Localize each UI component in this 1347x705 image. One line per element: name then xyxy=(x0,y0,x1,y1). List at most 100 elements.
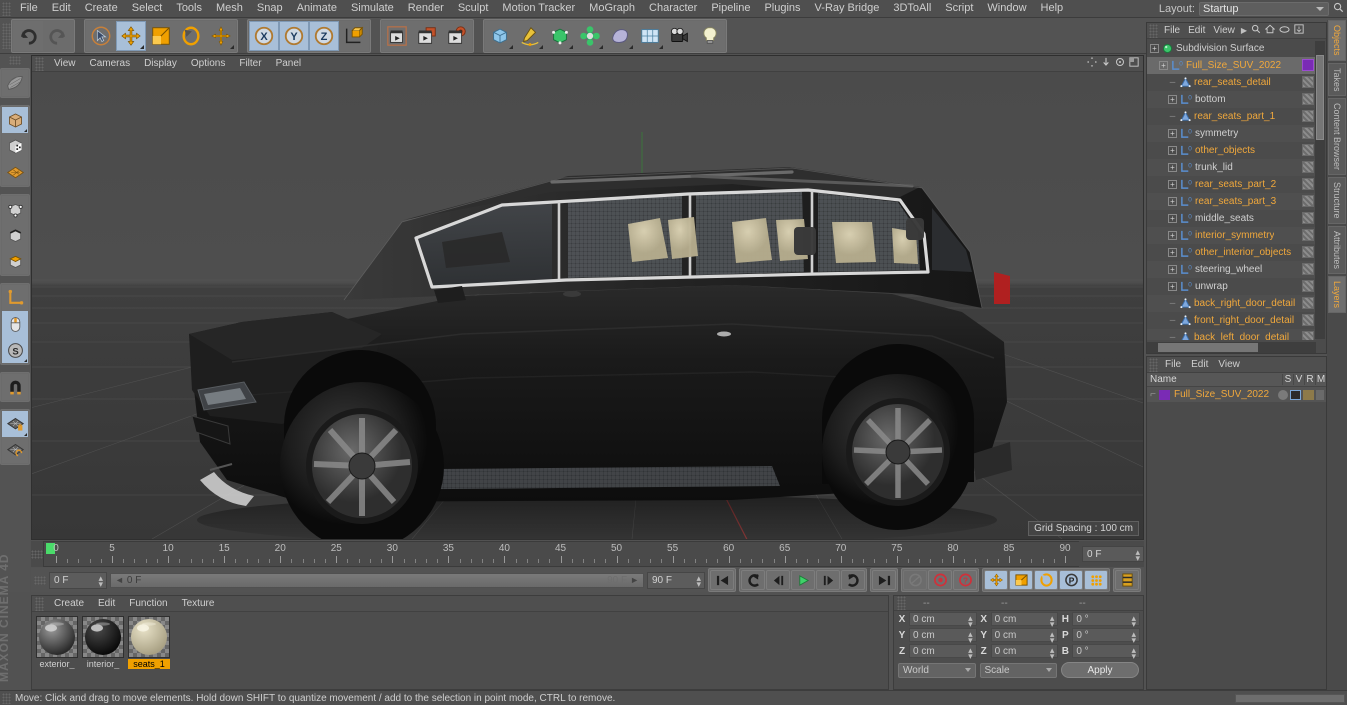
object-tree-row[interactable]: +0 symmetry xyxy=(1147,125,1316,142)
toolbar-gripper[interactable] xyxy=(2,22,11,49)
point-level-animation-button[interactable] xyxy=(1084,570,1108,590)
rotation-h-input[interactable]: 0 ° ▴ ▾ xyxy=(1072,612,1141,629)
object-tree-row[interactable]: +0 rear_seats_part_3 xyxy=(1147,193,1316,210)
spinner-icon[interactable]: ▴ ▾ xyxy=(1050,630,1055,645)
spinner-icon[interactable]: ▴ ▾ xyxy=(1131,614,1136,629)
add-camera-button[interactable] xyxy=(665,20,695,51)
object-tree-row[interactable]: +0 trunk_lid xyxy=(1147,159,1316,176)
spinner-icon[interactable]: ▴ ▾ xyxy=(968,630,973,645)
spinner-icon[interactable]: ▴ ▾ xyxy=(696,573,701,588)
material-preview[interactable] xyxy=(82,616,124,658)
edge-mode-button[interactable] xyxy=(2,222,28,248)
material-menu-function[interactable]: Function xyxy=(122,595,174,612)
place-tool[interactable] xyxy=(206,20,236,51)
texture-tag[interactable] xyxy=(1302,314,1314,326)
lock-workplane-button[interactable] xyxy=(2,411,28,437)
polygon-mode-button[interactable] xyxy=(2,248,28,274)
go-to-end-button[interactable] xyxy=(872,570,896,590)
object-menu-view[interactable]: View xyxy=(1209,22,1239,39)
material-menu-create[interactable]: Create xyxy=(47,595,91,612)
play-triangle-icon[interactable]: ▶ xyxy=(1241,26,1247,35)
lock-x-axis-button[interactable]: X xyxy=(249,20,279,51)
layer-color-swatch[interactable] xyxy=(1159,389,1170,400)
menu-render[interactable]: Render xyxy=(401,0,451,17)
render-settings-button[interactable] xyxy=(442,20,472,51)
range-right-arrow-icon[interactable]: ► xyxy=(630,575,639,585)
texture-tag[interactable] xyxy=(1302,161,1314,173)
viewport-canvas[interactable]: Y Z X Grid Spacing : 100 cm xyxy=(32,72,1143,539)
make-editable-button[interactable] xyxy=(2,70,28,96)
search-icon[interactable] xyxy=(1251,24,1261,37)
rotate-icon[interactable] xyxy=(1115,57,1125,70)
material-menu-edit[interactable]: Edit xyxy=(91,595,122,612)
menu-character[interactable]: Character xyxy=(642,0,704,17)
autokeying-button[interactable] xyxy=(903,570,927,590)
go-to-start-button[interactable] xyxy=(710,570,734,590)
layer-manager-gripper[interactable] xyxy=(1149,357,1158,372)
world-object-coordinates-button[interactable] xyxy=(339,20,369,51)
range-left-arrow-icon[interactable]: ◄ xyxy=(115,575,124,585)
object-tree-row[interactable]: – rear_seats_part_1 xyxy=(1147,108,1316,125)
texture-tag[interactable] xyxy=(1302,144,1314,156)
right-tab-objects[interactable]: Objects xyxy=(1328,20,1346,61)
menu-motion-tracker[interactable]: Motion Tracker xyxy=(495,0,582,17)
layer-menu-edit[interactable]: Edit xyxy=(1186,356,1213,373)
expand-toggle-icon[interactable]: + xyxy=(1168,282,1177,291)
material-preview[interactable] xyxy=(128,616,170,658)
redo-button[interactable] xyxy=(43,20,73,51)
point-mode-button[interactable] xyxy=(2,196,28,222)
expand-toggle-icon[interactable]: + xyxy=(1168,163,1177,172)
add-environment-button[interactable] xyxy=(635,20,665,51)
spinner-icon[interactable]: ▴ ▾ xyxy=(1131,630,1136,645)
coordinate-system-select[interactable]: World xyxy=(898,662,976,678)
snap-toggle-button[interactable]: S xyxy=(2,337,28,363)
play-button[interactable] xyxy=(791,570,815,590)
end-frame-field[interactable]: 90 F ▴ ▾ xyxy=(647,571,705,589)
viewport-menu-filter[interactable]: Filter xyxy=(232,55,268,72)
expand-toggle-icon[interactable]: + xyxy=(1168,129,1177,138)
object-tree-row[interactable]: – back_right_door_detail xyxy=(1147,295,1316,312)
apply-button[interactable]: Apply xyxy=(1061,662,1139,678)
expand-toggle-icon[interactable]: + xyxy=(1168,197,1177,206)
material-swatch[interactable]: seats_1 xyxy=(128,616,170,669)
scale-tool[interactable] xyxy=(146,20,176,51)
status-gripper[interactable] xyxy=(2,692,11,704)
timeline-ruler[interactable]: 0 5 10 15 20 25 30 35 40 45 50 55 60 65 70 75 80 85 90 xyxy=(43,541,1079,567)
tool-options-corner[interactable] xyxy=(24,359,27,362)
animbar-gripper[interactable] xyxy=(34,575,46,585)
menu-3dtoall[interactable]: 3DToAll xyxy=(886,0,938,17)
expand-toggle-icon[interactable]: + xyxy=(1168,180,1177,189)
magnet-button[interactable] xyxy=(2,374,28,400)
lock-z-axis-button[interactable]: Z xyxy=(309,20,339,51)
texture-tag[interactable] xyxy=(1302,195,1314,207)
solo-toggle[interactable] xyxy=(1278,389,1288,400)
layer-row[interactable]: ⌐ Full_Size_SUV_2022 xyxy=(1147,387,1326,402)
texture-tag[interactable] xyxy=(1302,93,1314,105)
tool-options-corner[interactable] xyxy=(659,44,663,49)
viewport-menu-cameras[interactable]: Cameras xyxy=(83,55,138,72)
status-scrollbar[interactable] xyxy=(1235,693,1345,703)
object-tree-row[interactable]: – front_right_door_detail xyxy=(1147,312,1316,329)
object-tree-row[interactable]: +0 interior_symmetry xyxy=(1147,227,1316,244)
menu-help[interactable]: Help xyxy=(1034,0,1071,17)
spinner-icon[interactable]: ▴ ▾ xyxy=(1050,614,1055,629)
record-active-objects-button[interactable] xyxy=(928,570,952,590)
menu-script[interactable]: Script xyxy=(938,0,980,17)
step-forward-button[interactable] xyxy=(816,570,840,590)
tool-options-corner[interactable] xyxy=(629,44,633,49)
tool-options-corner[interactable] xyxy=(140,44,144,49)
scrollbar-thumb[interactable] xyxy=(1316,55,1324,140)
keyframe-selection-button[interactable]: ? xyxy=(953,570,977,590)
add-light-button[interactable] xyxy=(695,20,725,51)
size-x-input[interactable]: 0 cm ▴ ▾ xyxy=(990,612,1059,629)
menu-v-ray-bridge[interactable]: V-Ray Bridge xyxy=(808,0,887,17)
live-selection-tool[interactable] xyxy=(86,20,116,51)
rotation-p-input[interactable]: 0 ° ▴ ▾ xyxy=(1072,628,1141,645)
object-axis-button[interactable] xyxy=(2,285,28,311)
object-manager-gripper[interactable] xyxy=(1149,23,1158,38)
expand-toggle-icon[interactable]: + xyxy=(1159,61,1168,70)
size-y-input[interactable]: 0 cm ▴ ▾ xyxy=(990,628,1059,645)
menu-snap[interactable]: Snap xyxy=(250,0,290,17)
texture-tag[interactable] xyxy=(1302,280,1314,292)
viewport-menu-gripper[interactable] xyxy=(35,56,44,71)
